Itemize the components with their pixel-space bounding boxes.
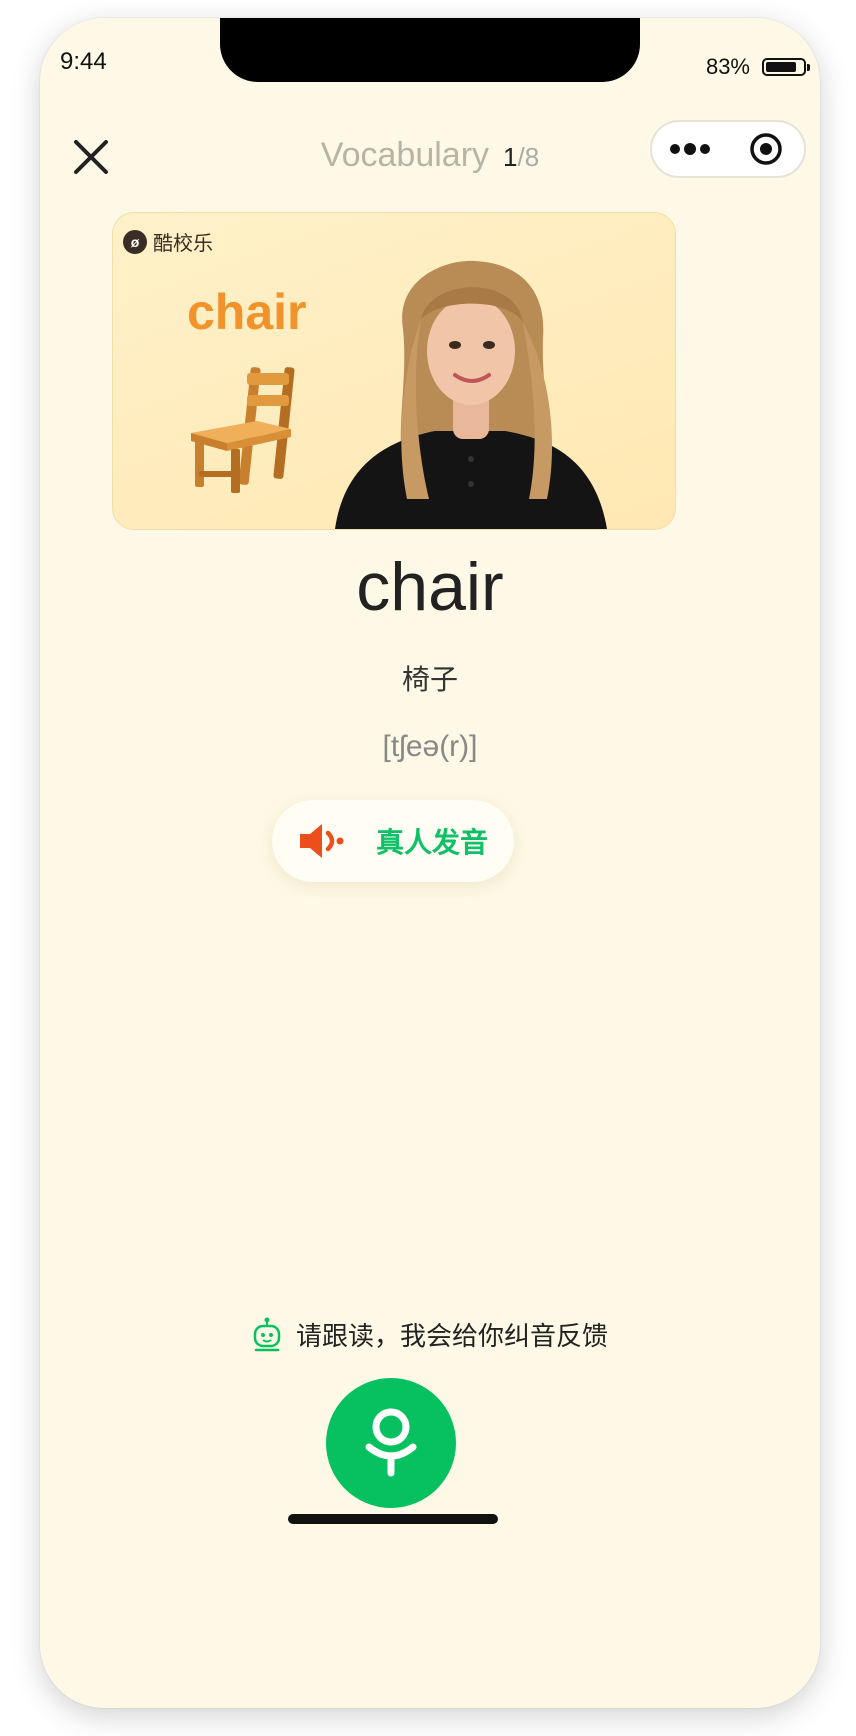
battery-percent: 83% [705,54,750,79]
brand-watermark: ø 酷校乐 [123,227,213,256]
vocab-word: chair [356,549,504,625]
progress-current: 1 [503,142,518,172]
microphone-icon [365,1408,417,1477]
progress-total: /8 [517,142,540,172]
home-indicator[interactable] [288,1514,498,1524]
word-meaning: 椅子 [401,663,458,696]
brand-logo-icon: ø [123,229,147,254]
chair-illustration [191,367,295,493]
more-button[interactable] [652,122,728,176]
word-phonetic: [tʃeə(r)] [382,730,478,763]
page-title: Vocabulary [320,136,490,174]
battery-fill [766,62,796,72]
robot-icon [253,1317,281,1351]
word-video-card[interactable]: ø 酷校乐 chair [112,212,676,530]
status-time: 9:44 [60,48,107,75]
brand-name: 酷校乐 [153,233,213,255]
speaker-icon [300,824,344,858]
presenter-photo [335,260,607,529]
follow-read-hint: 请跟读，我会给你纠音反馈 [40,1316,820,1353]
progress-counter: 1/8 [503,142,539,173]
mini-program-capsule [650,120,806,178]
target-icon [750,133,782,165]
battery-icon [762,58,810,76]
status-right: 83% [705,54,810,80]
pronunciation-label: 真人发音 [376,826,489,859]
record-mic-button[interactable] [326,1378,456,1508]
real-pronunciation-button[interactable]: 真人发音 [272,800,514,882]
exit-mini-program-button[interactable] [728,122,804,176]
hero-word: chair [187,284,307,340]
more-dots-icon [670,143,710,155]
hint-text: 请跟读，我会给你纠音反馈 [295,1322,608,1352]
phone-frame: 9:44 83% Vocabulary 1/8 ø 酷校乐 chair chai… [40,18,820,1708]
notch [220,18,640,82]
